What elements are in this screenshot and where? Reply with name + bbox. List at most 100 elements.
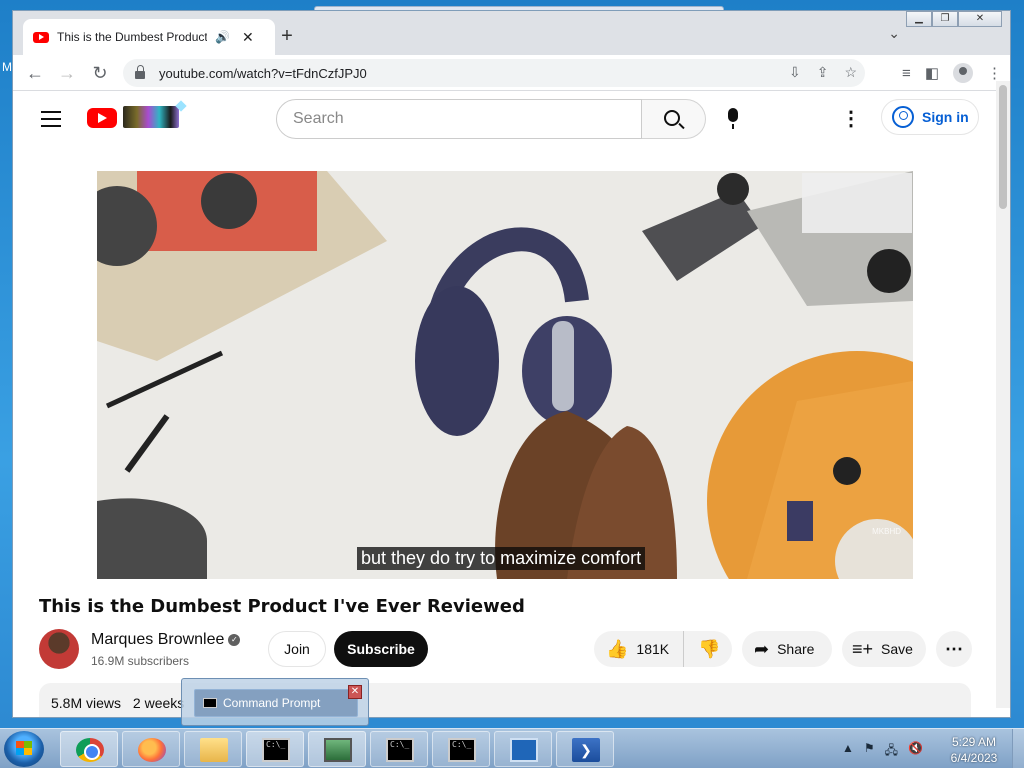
taskbar-network-app[interactable] (308, 731, 366, 767)
channel-avatar[interactable] (39, 629, 79, 669)
taskbar-command-prompt-2[interactable]: C:\_ (370, 731, 428, 767)
chrome-menu-icon[interactable]: ⋮ (987, 64, 1002, 82)
taskbar-command-prompt-1[interactable]: C:\_ (246, 731, 304, 767)
media-control-icon[interactable]: ≡ (902, 65, 911, 82)
tab-search-chevron-icon[interactable]: ⌄ (888, 25, 900, 42)
video-player[interactable]: but they do try to maximize comfort MKBH… (97, 171, 913, 579)
more-horizontal-icon: ⋯ (945, 638, 963, 659)
channel-name-block[interactable]: Marques Brownlee ✓ (91, 631, 241, 649)
chrome-icon (76, 738, 104, 762)
window-controls: ▁ ❐ ✕ (906, 11, 1002, 27)
search-input[interactable]: Search (276, 99, 642, 139)
verified-check-icon: ✓ (228, 633, 241, 646)
powershell-icon: ❯ (572, 738, 600, 762)
taskbar-clock[interactable]: 5:29 AM 6/4/2023 (946, 734, 1002, 766)
join-button[interactable]: Join (268, 631, 326, 667)
windows-taskbar: C:\_ C:\_ C:\_ ❯ ▲ ⚑ 🖧 🔇 5:29 AM 6/4/202… (0, 728, 1024, 768)
upload-age: 2 weeks (132, 695, 185, 711)
network-monitor-icon (324, 738, 352, 762)
account-circle-icon (892, 106, 914, 128)
address-bar[interactable]: youtube.com/watch?v=tFdnCzfJPJ0 ⇩ ⇪ ☆ (123, 59, 865, 87)
bookmark-star-icon[interactable]: ☆ (844, 64, 857, 81)
like-dislike-group: 👍 181K 👎 (594, 631, 732, 667)
like-button[interactable]: 👍 181K (594, 631, 685, 667)
taskbar-explorer[interactable] (184, 731, 242, 767)
like-count: 181K (636, 641, 670, 657)
network-icon[interactable]: 🖧 (885, 741, 898, 762)
share-label: Share (777, 641, 815, 657)
save-button[interactable]: ≡+ Save (842, 631, 926, 667)
search-button[interactable] (642, 99, 706, 139)
browser-toolbar: ← → ↻ youtube.com/watch?v=tFdnCzfJPJ0 ⇩ … (13, 55, 1010, 91)
show-desktop-button[interactable] (1012, 729, 1024, 768)
sign-in-label: Sign in (922, 109, 969, 125)
save-label: Save (881, 641, 913, 657)
toolbar-right-actions: ≡ ◧ ⋮ (902, 63, 1002, 83)
taskbar-powershell[interactable]: ❯ (556, 731, 614, 767)
audio-playing-icon[interactable]: 🔊 (215, 30, 230, 44)
command-prompt-icon: C:\_ (386, 738, 414, 762)
thumbs-up-icon: 👍 (606, 638, 629, 659)
install-app-icon[interactable]: ⇩ (789, 64, 801, 81)
omnibox-actions: ⇩ ⇪ ☆ (789, 64, 857, 81)
youtube-favicon-icon (33, 31, 49, 43)
server-manager-icon (510, 738, 538, 762)
taskbar-firefox[interactable] (122, 731, 180, 767)
share-button[interactable]: ➦ Share (742, 631, 832, 667)
guide-menu-icon[interactable] (41, 111, 61, 127)
sign-in-button[interactable]: Sign in (881, 99, 979, 135)
show-hidden-icons-chevron-icon[interactable]: ▲ (842, 741, 854, 762)
youtube-doodle-logo[interactable] (123, 106, 179, 128)
lock-icon[interactable] (135, 65, 145, 79)
youtube-logo-icon[interactable] (87, 108, 117, 128)
more-actions-button[interactable]: ⋯ (936, 631, 972, 667)
share-page-icon[interactable]: ⇪ (817, 64, 829, 81)
taskbar-thumbnail-popup: Command Prompt ✕ (181, 678, 369, 726)
side-panel-icon[interactable]: ◧ (925, 64, 939, 82)
reload-icon[interactable]: ↻ (88, 63, 112, 83)
profile-avatar-icon[interactable] (953, 63, 973, 83)
youtube-page: Search ⋮ Sign in but they do try to maxi… (13, 92, 997, 717)
close-thumbnail-icon[interactable]: ✕ (348, 685, 362, 699)
description-box[interactable]: 5.8M views 2 weeks (39, 683, 971, 717)
taskbar-command-prompt-3[interactable]: C:\_ (432, 731, 490, 767)
volume-muted-icon[interactable]: 🔇 (908, 741, 923, 762)
new-tab-button[interactable]: + (275, 25, 299, 47)
youtube-header: Search ⋮ Sign in (13, 92, 997, 148)
video-frame (97, 171, 913, 579)
forward-arrow-icon[interactable]: → (55, 63, 79, 83)
thumbs-down-icon: 👎 (698, 638, 721, 659)
back-arrow-icon[interactable]: ← (23, 63, 47, 83)
command-prompt-thumbnail[interactable]: Command Prompt (194, 689, 358, 717)
minimize-button[interactable]: ▁ (906, 11, 932, 27)
clock-time: 5:29 AM (951, 735, 997, 749)
chrome-window: This is the Dumbest Product I've Ever Re… (12, 10, 1011, 718)
subscribe-button[interactable]: Subscribe (334, 631, 428, 667)
start-button[interactable] (4, 731, 44, 767)
command-prompt-icon: C:\_ (262, 738, 290, 762)
video-caption: but they do try to maximize comfort (357, 547, 646, 570)
scrollbar-thumb[interactable] (999, 85, 1007, 209)
voice-search-mic-icon[interactable] (728, 108, 738, 129)
restore-button[interactable]: ❐ (932, 11, 958, 27)
tab-title: This is the Dumbest Product I've Ever Re… (57, 30, 207, 44)
playlist-add-icon: ≡+ (852, 638, 874, 659)
settings-kebab-icon[interactable]: ⋮ (841, 108, 861, 130)
tab-youtube[interactable]: This is the Dumbest Product I've Ever Re… (23, 19, 275, 55)
taskbar-chrome[interactable] (60, 731, 118, 767)
close-window-button[interactable]: ✕ (958, 11, 1002, 27)
page-scrollbar[interactable] (996, 81, 1010, 708)
close-tab-icon[interactable]: ✕ (242, 29, 254, 46)
channel-name[interactable]: Marques Brownlee (91, 631, 224, 648)
command-prompt-icon: C:\_ (448, 738, 476, 762)
action-center-flag-icon[interactable]: ⚑ (864, 741, 875, 762)
taskbar-server-manager[interactable] (494, 731, 552, 767)
dislike-button[interactable]: 👎 (684, 639, 734, 660)
desktop-icon-label: M (2, 60, 12, 74)
video-title: This is the Dumbest Product I've Ever Re… (39, 596, 525, 617)
clock-date: 6/4/2023 (950, 751, 998, 765)
view-count: 5.8M views (51, 695, 122, 711)
command-prompt-label: Command Prompt (223, 696, 321, 710)
share-arrow-icon: ➦ (754, 638, 770, 659)
url-text[interactable]: youtube.com/watch?v=tFdnCzfJPJ0 (159, 66, 367, 81)
